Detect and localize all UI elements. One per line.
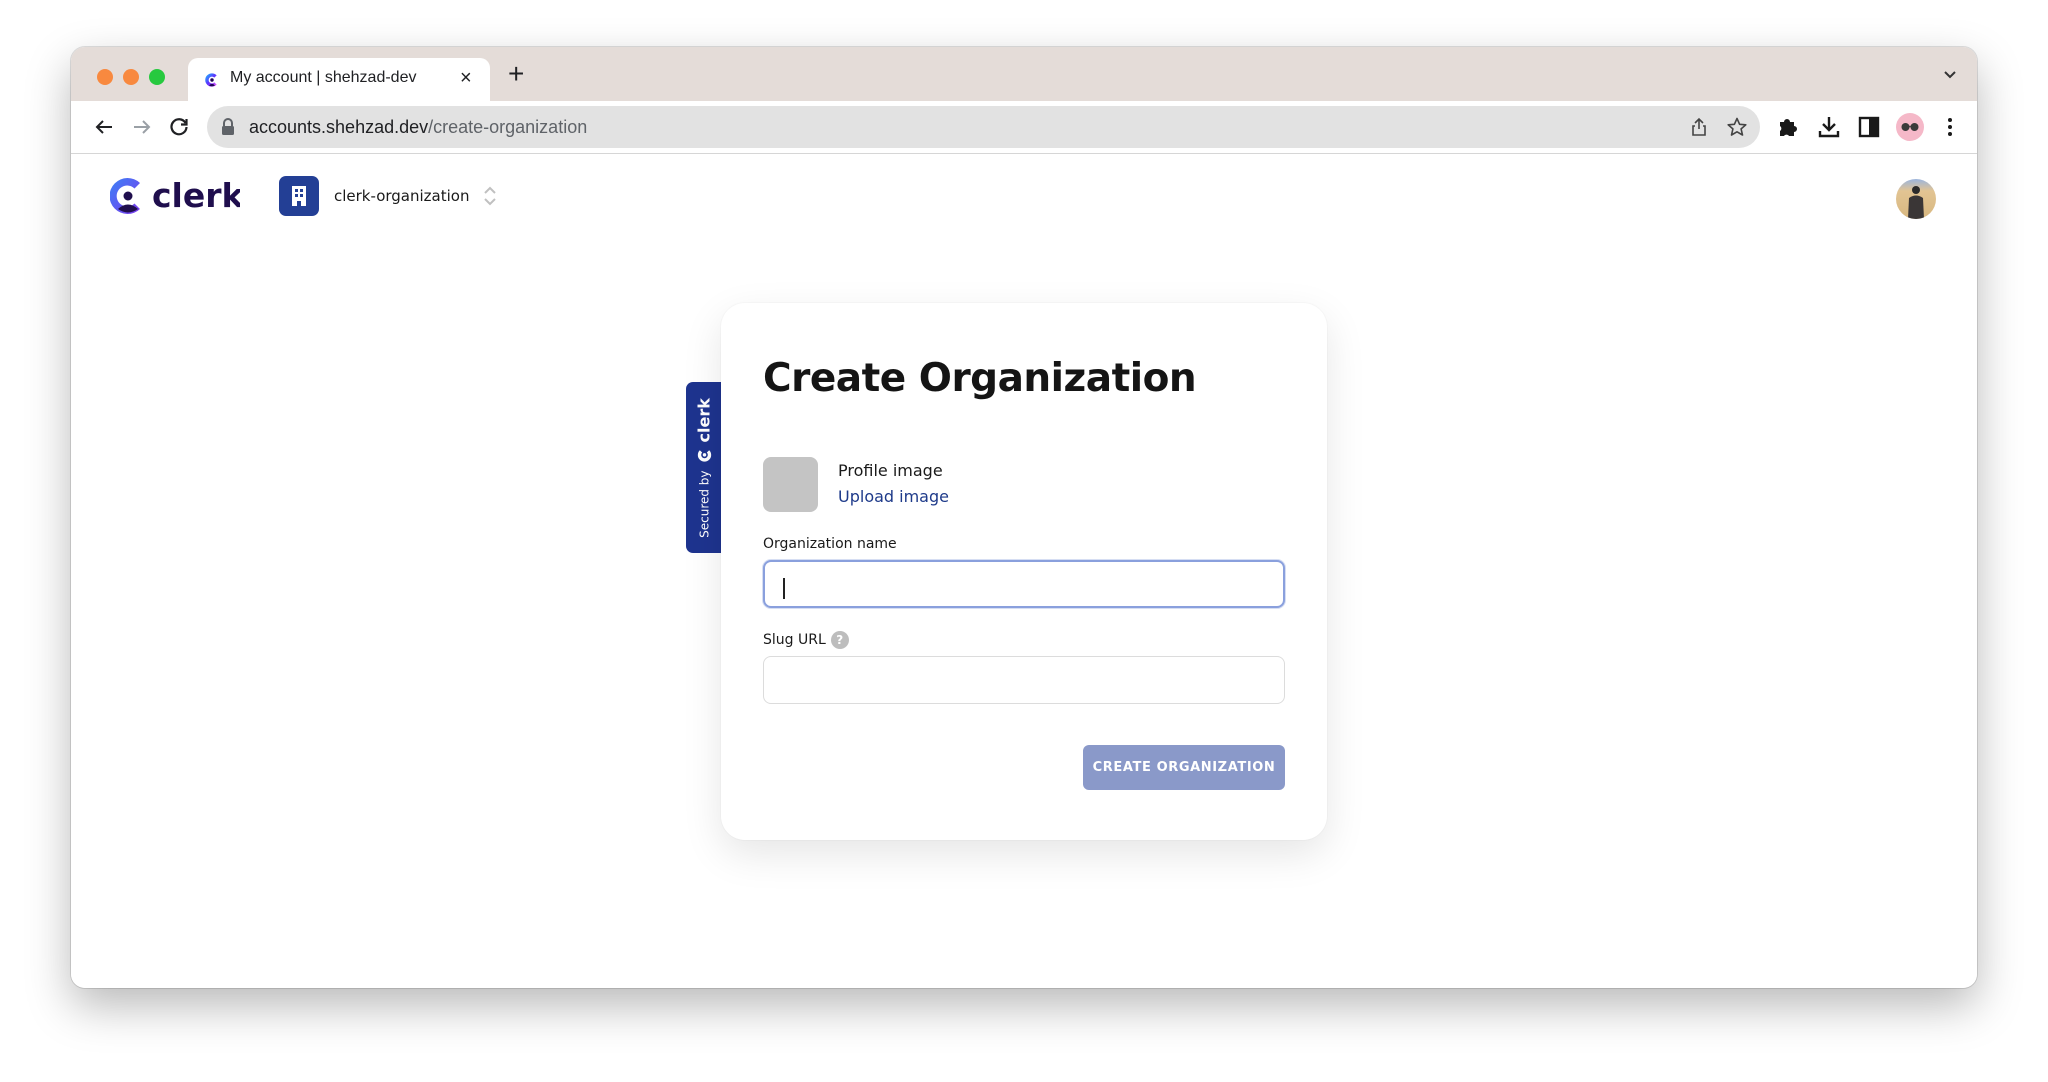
create-organization-button[interactable]: CREATE ORGANIZATION [1083, 745, 1285, 790]
user-avatar[interactable] [1896, 179, 1936, 219]
secured-by-clerk-badge[interactable]: Secured by clerk [686, 382, 721, 553]
organization-switcher[interactable]: clerk-organization [279, 176, 497, 216]
slug-url-label: Slug URL [763, 632, 826, 648]
create-organization-card: Create Organization Profile image Upload… [721, 303, 1327, 840]
clerk-logo-icon: clerk [109, 176, 245, 215]
tab-title: My account | shehzad-dev [230, 69, 417, 86]
chevron-up-down-icon [484, 186, 497, 206]
browser-window: My account | shehzad-dev × + accounts.sh… [71, 47, 1977, 988]
clerk-mark-icon [696, 449, 711, 461]
url-host: accounts.shehzad.dev [249, 117, 429, 137]
clerk-logo[interactable]: clerk [109, 176, 245, 216]
browser-toolbar: accounts.shehzad.dev/create-organization [71, 101, 1977, 154]
downloads-icon[interactable] [1816, 114, 1842, 140]
bookmark-star-icon[interactable] [1726, 116, 1748, 138]
tab-search-chevron-icon[interactable] [1940, 67, 1960, 83]
browser-tab-active[interactable]: My account | shehzad-dev × [188, 58, 490, 101]
reload-icon[interactable] [167, 115, 191, 139]
user-photo-icon [1908, 186, 1924, 219]
profile-image-label: Profile image [838, 461, 943, 480]
page-title: Create Organization [763, 356, 1197, 401]
profile-avatar-icon[interactable] [1896, 113, 1924, 141]
slug-url-input[interactable] [763, 656, 1285, 704]
minimize-window-button[interactable] [123, 69, 139, 85]
slug-url-label-row: Slug URL ? [763, 631, 849, 649]
url-path: /create-organization [428, 117, 588, 137]
new-tab-button[interactable]: + [508, 60, 524, 88]
organization-name-label: Organization name [763, 536, 897, 552]
building-icon [292, 186, 306, 206]
organization-name-input[interactable] [763, 560, 1285, 608]
profile-image-placeholder[interactable] [763, 457, 818, 512]
clerk-logo-text: clerk [152, 176, 240, 215]
browser-menu-icon[interactable] [1937, 114, 1963, 140]
side-panel-icon[interactable] [1856, 114, 1882, 140]
share-icon[interactable] [1688, 116, 1710, 138]
tab-close-icon[interactable]: × [460, 66, 472, 90]
tab-bar: My account | shehzad-dev × + [71, 47, 1977, 101]
url-text[interactable]: accounts.shehzad.dev/create-organization [249, 117, 587, 138]
help-question-icon[interactable]: ? [830, 631, 849, 649]
secured-by-label: Secured by [696, 469, 711, 538]
organization-name: clerk-organization [334, 187, 470, 205]
lock-icon[interactable] [219, 117, 237, 137]
organization-icon [279, 176, 319, 216]
secured-brand-text: clerk [694, 397, 713, 442]
clerk-favicon-icon [205, 73, 217, 87]
address-bar[interactable]: accounts.shehzad.dev/create-organization [207, 106, 1760, 148]
upload-image-link[interactable]: Upload image [838, 487, 949, 506]
close-window-button[interactable] [97, 69, 113, 85]
back-arrow-icon[interactable] [92, 115, 116, 139]
maximize-window-button[interactable] [149, 69, 165, 85]
text-caret [783, 578, 785, 599]
page-content: clerk clerk-organization Secured by cler… [71, 154, 1977, 988]
forward-arrow-icon[interactable] [130, 115, 154, 139]
extensions-puzzle-icon[interactable] [1775, 114, 1801, 140]
secured-clerk-logo: clerk [694, 398, 713, 462]
